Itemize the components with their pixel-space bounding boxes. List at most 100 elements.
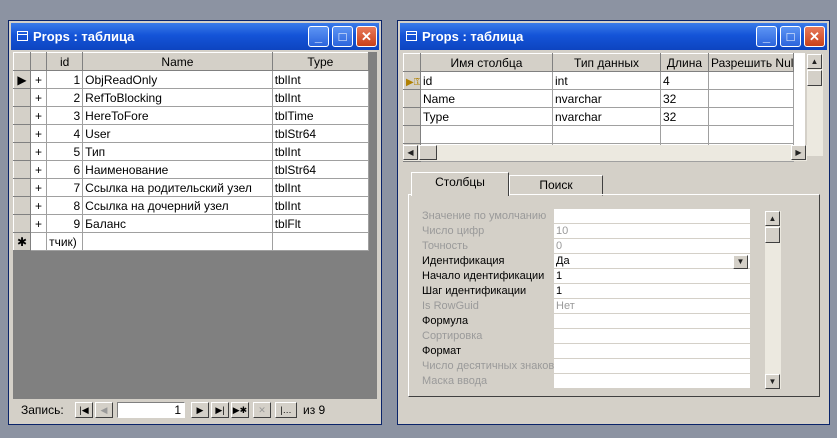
type-cell[interactable]: tblInt [271, 88, 370, 107]
data-type-cell[interactable]: nvarchar [552, 89, 661, 108]
column-name-cell[interactable]: Name [420, 89, 553, 108]
name-cell[interactable]: Наименование [82, 160, 273, 179]
name-cell[interactable]: User [82, 124, 273, 143]
scroll-thumb[interactable] [807, 70, 822, 86]
column-header-data-type[interactable]: Тип данных [552, 53, 661, 72]
property-value-field[interactable]: Да [554, 254, 750, 269]
table-row[interactable]: +7 Ссылка на родительский узел tblInt [12, 178, 370, 197]
table-row[interactable]: +4 User tblStr64 [12, 124, 370, 143]
table-row[interactable]: +6 Наименование tblStr64 [12, 160, 370, 179]
table-row[interactable]: Type nvarchar 32 [403, 107, 794, 126]
name-cell[interactable]: Баланс [82, 214, 273, 233]
empty-cell[interactable] [30, 232, 48, 251]
minimize-button[interactable]: _ [308, 26, 329, 47]
expander-icon[interactable]: + [30, 196, 48, 215]
property-value-field[interactable]: 1 [554, 284, 750, 299]
name-cell[interactable]: Тип [82, 142, 273, 161]
empty-cell[interactable] [420, 125, 553, 144]
table-row[interactable]: +9 Баланс tblFlt [12, 214, 370, 233]
grid-horizontal-scrollbar[interactable]: ◀ ▶ [403, 145, 807, 161]
name-cell[interactable]: HereToFore [82, 106, 273, 125]
design-titlebar[interactable]: Props : таблица _ □ ✕ [400, 23, 827, 50]
new-type-cell[interactable] [271, 232, 370, 251]
tab-search[interactable]: Поиск [509, 175, 603, 196]
close-button[interactable]: ✕ [356, 26, 377, 47]
scroll-thumb[interactable] [765, 227, 780, 243]
id-cell[interactable]: 2 [46, 88, 84, 107]
row-selector[interactable] [12, 178, 32, 197]
next-record-button[interactable]: ▶ [191, 402, 209, 418]
new-row[interactable]: ✱ тчик) [12, 232, 370, 251]
close-button[interactable]: ✕ [804, 26, 825, 47]
identity-dropdown-button[interactable]: ▼ [733, 255, 748, 269]
column-header-allow-null[interactable]: Разрешить Null [708, 53, 794, 72]
go-to-record-button[interactable]: |… [275, 402, 297, 418]
column-header-name[interactable]: Name [82, 52, 273, 71]
id-cell[interactable]: 9 [46, 214, 84, 233]
id-cell[interactable]: 8 [46, 196, 84, 215]
table-row[interactable]: +5 Тип tblInt [12, 142, 370, 161]
id-cell[interactable]: 3 [46, 106, 84, 125]
column-header-id[interactable]: id [46, 52, 84, 71]
id-cell[interactable]: 7 [46, 178, 84, 197]
scroll-thumb[interactable] [419, 145, 437, 160]
name-cell[interactable]: Ссылка на дочерний узел [82, 196, 273, 215]
grid-vertical-scrollbar[interactable]: ▲ [807, 54, 823, 156]
allow-null-cell[interactable] [708, 71, 794, 90]
row-selector[interactable] [403, 89, 421, 108]
table-row[interactable]: +2 RefToBlocking tblInt [12, 88, 370, 107]
column-header-length[interactable]: Длина [660, 53, 709, 72]
delete-record-button[interactable]: ✕ [253, 402, 271, 418]
type-cell[interactable]: tblStr64 [271, 124, 370, 143]
type-cell[interactable]: tblStr64 [271, 160, 370, 179]
select-all-cell[interactable] [12, 52, 32, 71]
property-value-field[interactable] [554, 344, 750, 359]
properties-vertical-scrollbar[interactable]: ▲ ▼ [765, 211, 781, 389]
select-all-cell[interactable] [403, 53, 421, 72]
type-cell[interactable]: tblInt [271, 142, 370, 161]
datasheet-titlebar[interactable]: Props : таблица _ □ ✕ [11, 23, 379, 50]
row-selector[interactable] [12, 106, 32, 125]
expander-icon[interactable]: + [30, 88, 48, 107]
expander-icon[interactable]: + [30, 142, 48, 161]
id-cell[interactable]: 4 [46, 124, 84, 143]
row-selector[interactable] [12, 196, 32, 215]
expander-icon[interactable]: + [30, 124, 48, 143]
expander-icon[interactable]: + [30, 106, 48, 125]
length-cell[interactable]: 4 [660, 71, 709, 90]
type-cell[interactable]: tblInt [271, 70, 370, 89]
allow-null-cell[interactable] [708, 107, 794, 126]
table-row[interactable]: ▶⚿ id int 4 [403, 71, 794, 90]
empty-cell[interactable] [708, 125, 794, 144]
scroll-left-icon[interactable]: ◀ [403, 145, 418, 160]
row-selector[interactable] [12, 142, 32, 161]
expander-icon[interactable]: + [30, 214, 48, 233]
scroll-right-icon[interactable]: ▶ [791, 145, 806, 160]
maximize-button[interactable]: □ [780, 26, 801, 47]
scroll-up-icon[interactable]: ▲ [807, 54, 822, 69]
id-cell[interactable]: 5 [46, 142, 84, 161]
empty-cell[interactable] [660, 125, 709, 144]
property-value-field[interactable] [554, 314, 750, 329]
table-row[interactable]: +8 Ссылка на дочерний узел tblInt [12, 196, 370, 215]
minimize-button[interactable]: _ [756, 26, 777, 47]
row-selector[interactable] [12, 160, 32, 179]
id-cell[interactable]: 1 [46, 70, 84, 89]
column-name-cell[interactable]: id [420, 71, 553, 90]
record-number-input[interactable]: 1 [117, 402, 185, 418]
allow-null-cell[interactable] [708, 89, 794, 108]
row-selector[interactable]: ▶ [12, 70, 32, 89]
data-type-cell[interactable]: int [552, 71, 661, 90]
tab-columns[interactable]: Столбцы [411, 172, 509, 196]
length-cell[interactable]: 32 [660, 89, 709, 108]
name-cell[interactable]: ObjReadOnly [82, 70, 273, 89]
length-cell[interactable]: 32 [660, 107, 709, 126]
first-record-button[interactable]: |◀ [75, 402, 93, 418]
scroll-down-icon[interactable]: ▼ [765, 374, 780, 389]
maximize-button[interactable]: □ [332, 26, 353, 47]
column-header-type[interactable]: Type [271, 52, 370, 71]
type-cell[interactable]: tblTime [271, 106, 370, 125]
empty-cell[interactable] [552, 125, 661, 144]
expander-icon[interactable]: + [30, 160, 48, 179]
id-cell[interactable]: 6 [46, 160, 84, 179]
